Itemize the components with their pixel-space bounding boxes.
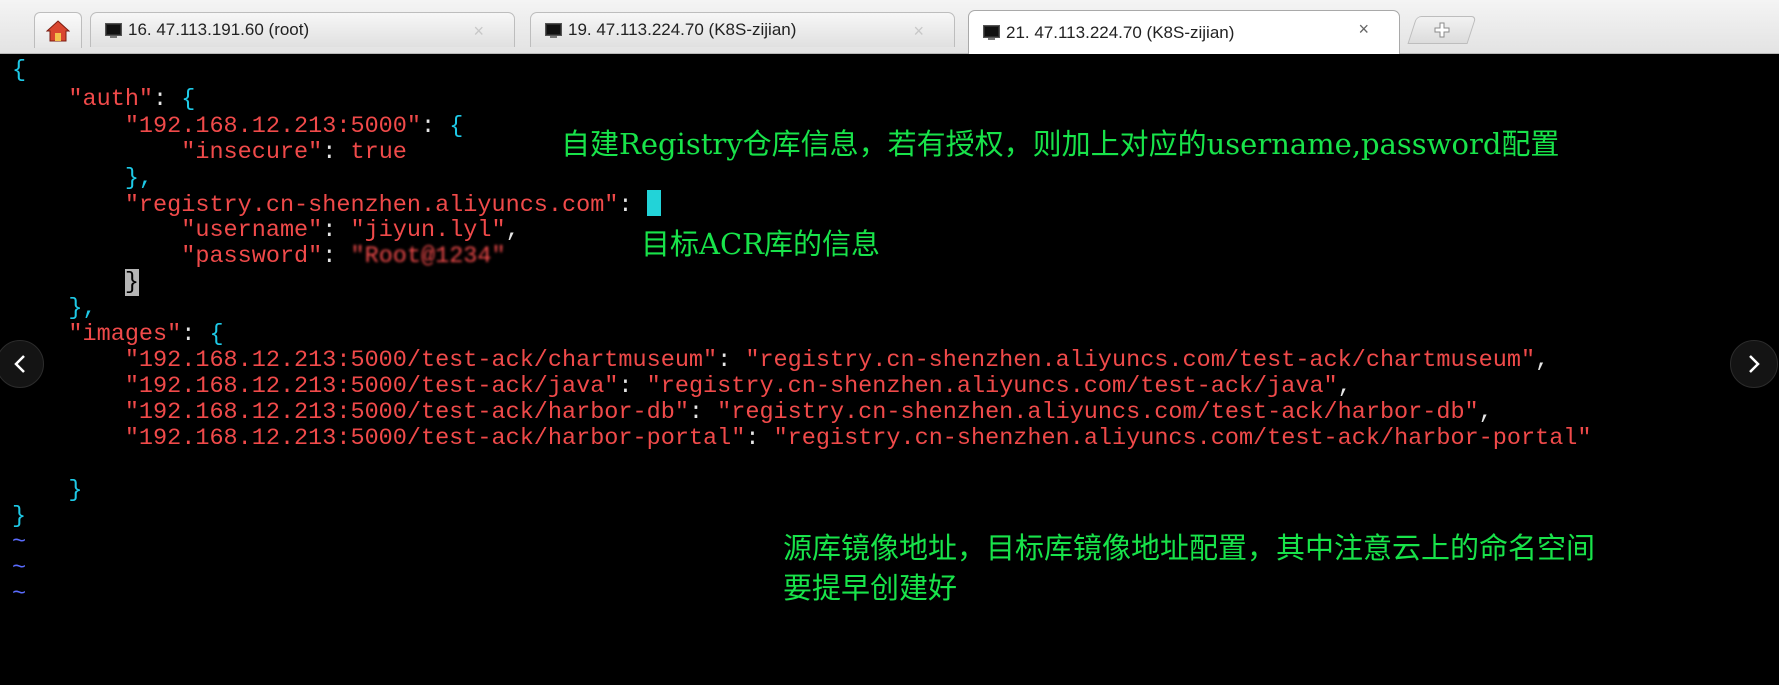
tab-title: 16. 47.113.191.60 (root): [128, 20, 309, 40]
close-icon[interactable]: ×: [1358, 19, 1369, 40]
code-line: }: [12, 268, 139, 297]
text-cursor: [647, 190, 661, 216]
home-icon: [46, 20, 70, 42]
code-line: "auth": {: [12, 85, 195, 114]
code-line: }: [12, 502, 26, 531]
annotation-images: 源库镜像地址，目标库镜像地址配置，其中注意云上的命名空间: [783, 528, 1595, 568]
empty-line-marker: ~: [12, 580, 26, 609]
code-line: "images": {: [12, 320, 224, 349]
annotation-acr: 目标ACR库的信息: [641, 224, 880, 264]
terminal-icon: [983, 25, 1000, 40]
new-tab-icon: [1433, 21, 1451, 39]
code-line: },: [12, 164, 153, 193]
code-line: "192.168.12.213:5000/test-ack/chartmuseu…: [12, 346, 1549, 375]
empty-line-marker: ~: [12, 554, 26, 583]
chevron-left-icon: [12, 353, 28, 375]
new-tab-button[interactable]: [1407, 16, 1476, 44]
terminal-icon: [105, 23, 122, 38]
chevron-right-icon: [1746, 353, 1762, 375]
annotation-registry: 自建Registry仓库信息，若有授权，则加上对应的username,passw…: [561, 124, 1559, 164]
tab-bar: 16. 47.113.191.60 (root) × 19. 47.113.22…: [0, 0, 1779, 54]
code-line: "password": "Root@1234": [12, 242, 506, 271]
code-line: "192.168.12.213:5000/test-ack/java": "re…: [12, 372, 1352, 401]
redacted-password: "Root@1234": [350, 243, 505, 270]
code-line: },: [12, 294, 97, 323]
annotation-images-2: 要提早创建好: [783, 568, 957, 608]
code-line: "insecure": true: [12, 138, 407, 167]
empty-line-marker: ~: [12, 528, 26, 557]
code-line: "192.168.12.213:5000/test-ack/harbor-por…: [12, 424, 1592, 453]
matched-bracket: }: [125, 269, 139, 296]
terminal-view[interactable]: { "auth": { "192.168.12.213:5000": { "in…: [8, 54, 1779, 685]
home-tab[interactable]: [34, 12, 82, 48]
tab-session-19[interactable]: 19. 47.113.224.70 (K8S-zijian) ×: [530, 12, 955, 47]
tab-session-16[interactable]: 16. 47.113.191.60 (root) ×: [90, 12, 515, 47]
code-line: "username": "jiyun.lyl",: [12, 216, 520, 245]
close-icon[interactable]: ×: [913, 21, 924, 42]
code-line: }: [12, 476, 83, 505]
next-button[interactable]: [1730, 340, 1778, 388]
close-icon[interactable]: ×: [473, 21, 484, 42]
tab-title: 19. 47.113.224.70 (K8S-zijian): [568, 20, 796, 40]
code-line: "192.168.12.213:5000": {: [12, 112, 463, 141]
terminal-icon: [545, 23, 562, 38]
code-line: "192.168.12.213:5000/test-ack/harbor-db"…: [12, 398, 1493, 427]
code-line: {: [12, 56, 26, 85]
tab-session-21[interactable]: 21. 47.113.224.70 (K8S-zijian) ×: [968, 10, 1400, 54]
tab-title: 21. 47.113.224.70 (K8S-zijian): [1006, 23, 1234, 43]
